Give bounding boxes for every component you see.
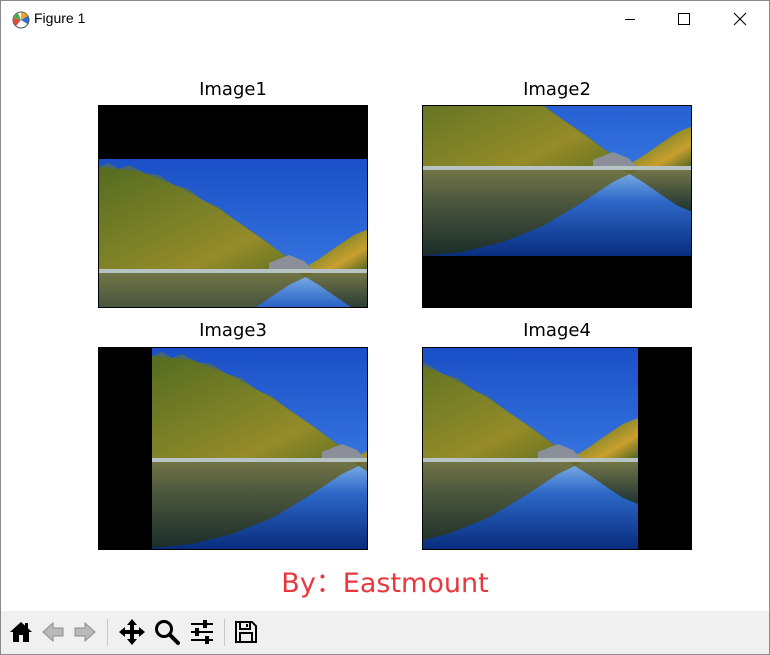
axes-image1 (98, 105, 368, 308)
figure-canvas[interactable]: Image1 Image2 Image3 Image4 By：Eastmount (1, 37, 769, 611)
matplotlib-logo-icon (12, 11, 30, 29)
toolbar-separator (107, 619, 108, 646)
toolbar-separator (224, 619, 225, 646)
navigation-toolbar (1, 611, 769, 654)
image1-landscape (99, 106, 367, 307)
axes-image3 (98, 347, 368, 550)
maximize-icon (678, 13, 690, 25)
zoom-button[interactable] (152, 617, 182, 647)
footer-credit: By：Eastmount (281, 568, 489, 599)
save-icon (235, 621, 257, 643)
window-title: Figure 1 (34, 10, 86, 26)
maximize-button[interactable] (661, 1, 707, 37)
home-button[interactable] (6, 617, 36, 647)
axes-image4 (422, 347, 692, 550)
close-icon (733, 12, 747, 26)
subplot-title-image1: Image1 (199, 79, 267, 100)
pan-icon (119, 619, 145, 645)
back-button[interactable] (38, 617, 68, 647)
axes-image2 (422, 105, 692, 308)
home-icon (10, 622, 32, 642)
save-button[interactable] (231, 617, 261, 647)
subplot-title-image2: Image2 (523, 79, 591, 100)
close-button[interactable] (717, 1, 763, 37)
zoom-icon (155, 620, 180, 645)
back-icon (42, 621, 64, 643)
image2-landscape (423, 106, 691, 307)
configure-subplots-icon (191, 620, 213, 644)
subplot-title-image3: Image3 (199, 320, 267, 341)
subplot-title-image4: Image4 (523, 320, 591, 341)
forward-button[interactable] (70, 617, 100, 647)
pan-button[interactable] (117, 617, 147, 647)
title-bar: Figure 1 (1, 1, 769, 37)
image4-landscape (423, 348, 691, 549)
minimize-button[interactable] (607, 1, 653, 37)
configure-subplots-button[interactable] (187, 617, 217, 647)
forward-icon (74, 621, 96, 643)
figure-window: Figure 1 Image1 Image2 Image3 Image4 By：… (0, 0, 770, 655)
image3-landscape (99, 348, 367, 549)
minimize-icon (625, 19, 635, 20)
